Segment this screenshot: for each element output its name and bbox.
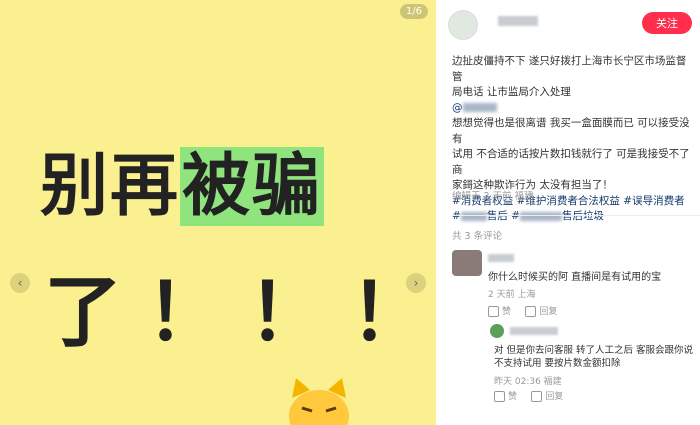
post-meta: 编辑于 2 天前 福建 — [452, 191, 534, 202]
comment-meta: 2 天前 上海 — [488, 290, 536, 300]
post-text-line: 边扯皮僵持不下 遂只好拨打上海市长宁区市场监督管 — [452, 55, 687, 83]
like-icon[interactable] — [494, 391, 505, 402]
commenter-name[interactable] — [488, 254, 514, 262]
headline-highlight: 被骗 — [180, 147, 325, 226]
post-text-line: 想想觉得也是很离谱 我买一盒面膜而已 可以接受没有 — [452, 117, 690, 145]
divider — [452, 215, 700, 216]
post-text-line: 试用 不合适的话按片数扣钱就行了 可是我接受不了商 — [452, 148, 690, 176]
post-detail-panel: 关注 边扯皮僵持不下 遂只好拨打上海市长宁区市场监督管 局电话 让市监局介入处理… — [436, 0, 700, 425]
headline-line2: 了！！！ — [44, 268, 436, 358]
comment-meta: 昨天 02:36 福建 — [494, 377, 562, 387]
avatar[interactable] — [490, 324, 504, 338]
image-counter: 1/6 — [399, 4, 428, 19]
avatar[interactable] — [448, 10, 478, 40]
follow-button[interactable]: 关注 — [642, 12, 692, 34]
comment-text: 你什么时候买的阿 直播间是有试用的宝 — [488, 272, 662, 283]
comment-count: 共 3 条评论 — [452, 231, 503, 242]
like-button[interactable]: 赞 — [502, 307, 511, 317]
reply-icon[interactable] — [531, 391, 543, 402]
reply-button[interactable]: 回复 — [545, 392, 563, 402]
post-text-line: 局电话 让市监局介入处理 — [452, 86, 571, 98]
headline-line1: 别再被骗 — [40, 147, 325, 226]
author-name[interactable] — [498, 16, 538, 26]
prev-image-icon[interactable]: ‹ — [10, 273, 30, 293]
commenter-name[interactable] — [510, 327, 558, 335]
next-image-icon[interactable]: › — [406, 273, 426, 293]
comment-text: 对 但是你去问客服 转了人工之后 客服会跟你说 不支持试用 要按片数金额扣除 — [494, 345, 694, 369]
author-header: 关注 — [448, 6, 692, 40]
image-panel: 1/6 别再被骗 了！！！ ‹ › — [0, 0, 436, 425]
cat-emoji-icon — [289, 378, 349, 425]
hashtags[interactable]: # 售后 # 售后垃圾 — [452, 209, 692, 225]
comment-actions: 赞 回复 — [494, 389, 563, 402]
mention[interactable]: @ — [452, 101, 692, 117]
reply-button[interactable]: 回复 — [539, 307, 557, 317]
reply-icon[interactable] — [525, 306, 537, 317]
comment-actions: 赞 回复 — [488, 304, 557, 317]
like-icon[interactable] — [488, 306, 499, 317]
like-button[interactable]: 赞 — [508, 392, 517, 402]
avatar[interactable] — [452, 250, 482, 276]
